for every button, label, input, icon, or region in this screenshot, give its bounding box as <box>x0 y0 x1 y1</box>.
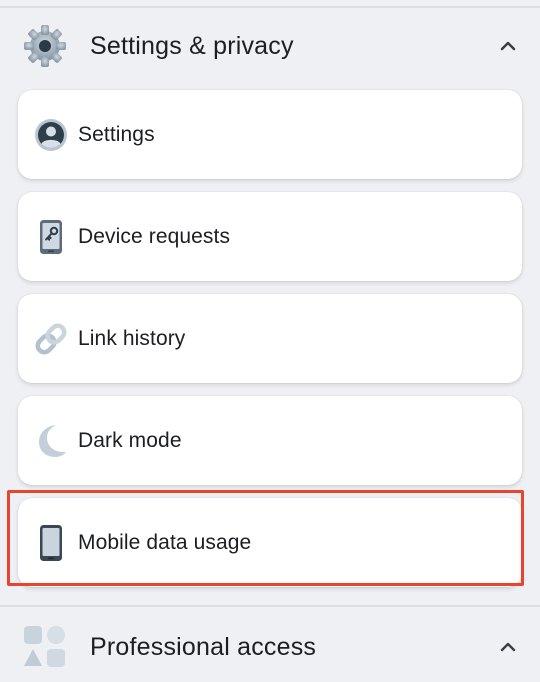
menu-item-dark-mode[interactable]: Dark mode <box>18 396 522 485</box>
chevron-up-icon[interactable] <box>498 637 518 657</box>
gear-icon <box>22 23 68 69</box>
moon-icon <box>32 422 70 460</box>
settings-menu-screen: Settings & privacy Settings Device reque… <box>0 0 540 682</box>
settings-privacy-title: Settings & privacy <box>90 31 294 60</box>
professional-access-header[interactable]: Professional access <box>0 607 540 682</box>
menu-item-label: Dark mode <box>78 428 182 452</box>
menu-item-settings[interactable]: Settings <box>18 90 522 179</box>
menu-item-device-requests[interactable]: Device requests <box>18 192 522 281</box>
menu-item-link-history[interactable]: Link history <box>18 294 522 383</box>
menu-item-mobile-data-usage[interactable]: Mobile data usage <box>18 498 522 587</box>
mobile-phone-icon <box>32 524 70 562</box>
menu-item-label: Settings <box>78 122 155 146</box>
profile-circle-icon <box>32 116 70 154</box>
menu-item-label: Device requests <box>78 224 231 248</box>
professional-access-title: Professional access <box>90 632 317 661</box>
link-chain-icon <box>32 320 70 358</box>
settings-privacy-header[interactable]: Settings & privacy <box>0 6 540 86</box>
phone-key-icon <box>32 218 70 256</box>
chevron-up-icon[interactable] <box>498 36 518 56</box>
shapes-grid-icon <box>22 624 68 670</box>
menu-item-label: Link history <box>78 326 186 350</box>
menu-item-label: Mobile data usage <box>78 530 252 554</box>
